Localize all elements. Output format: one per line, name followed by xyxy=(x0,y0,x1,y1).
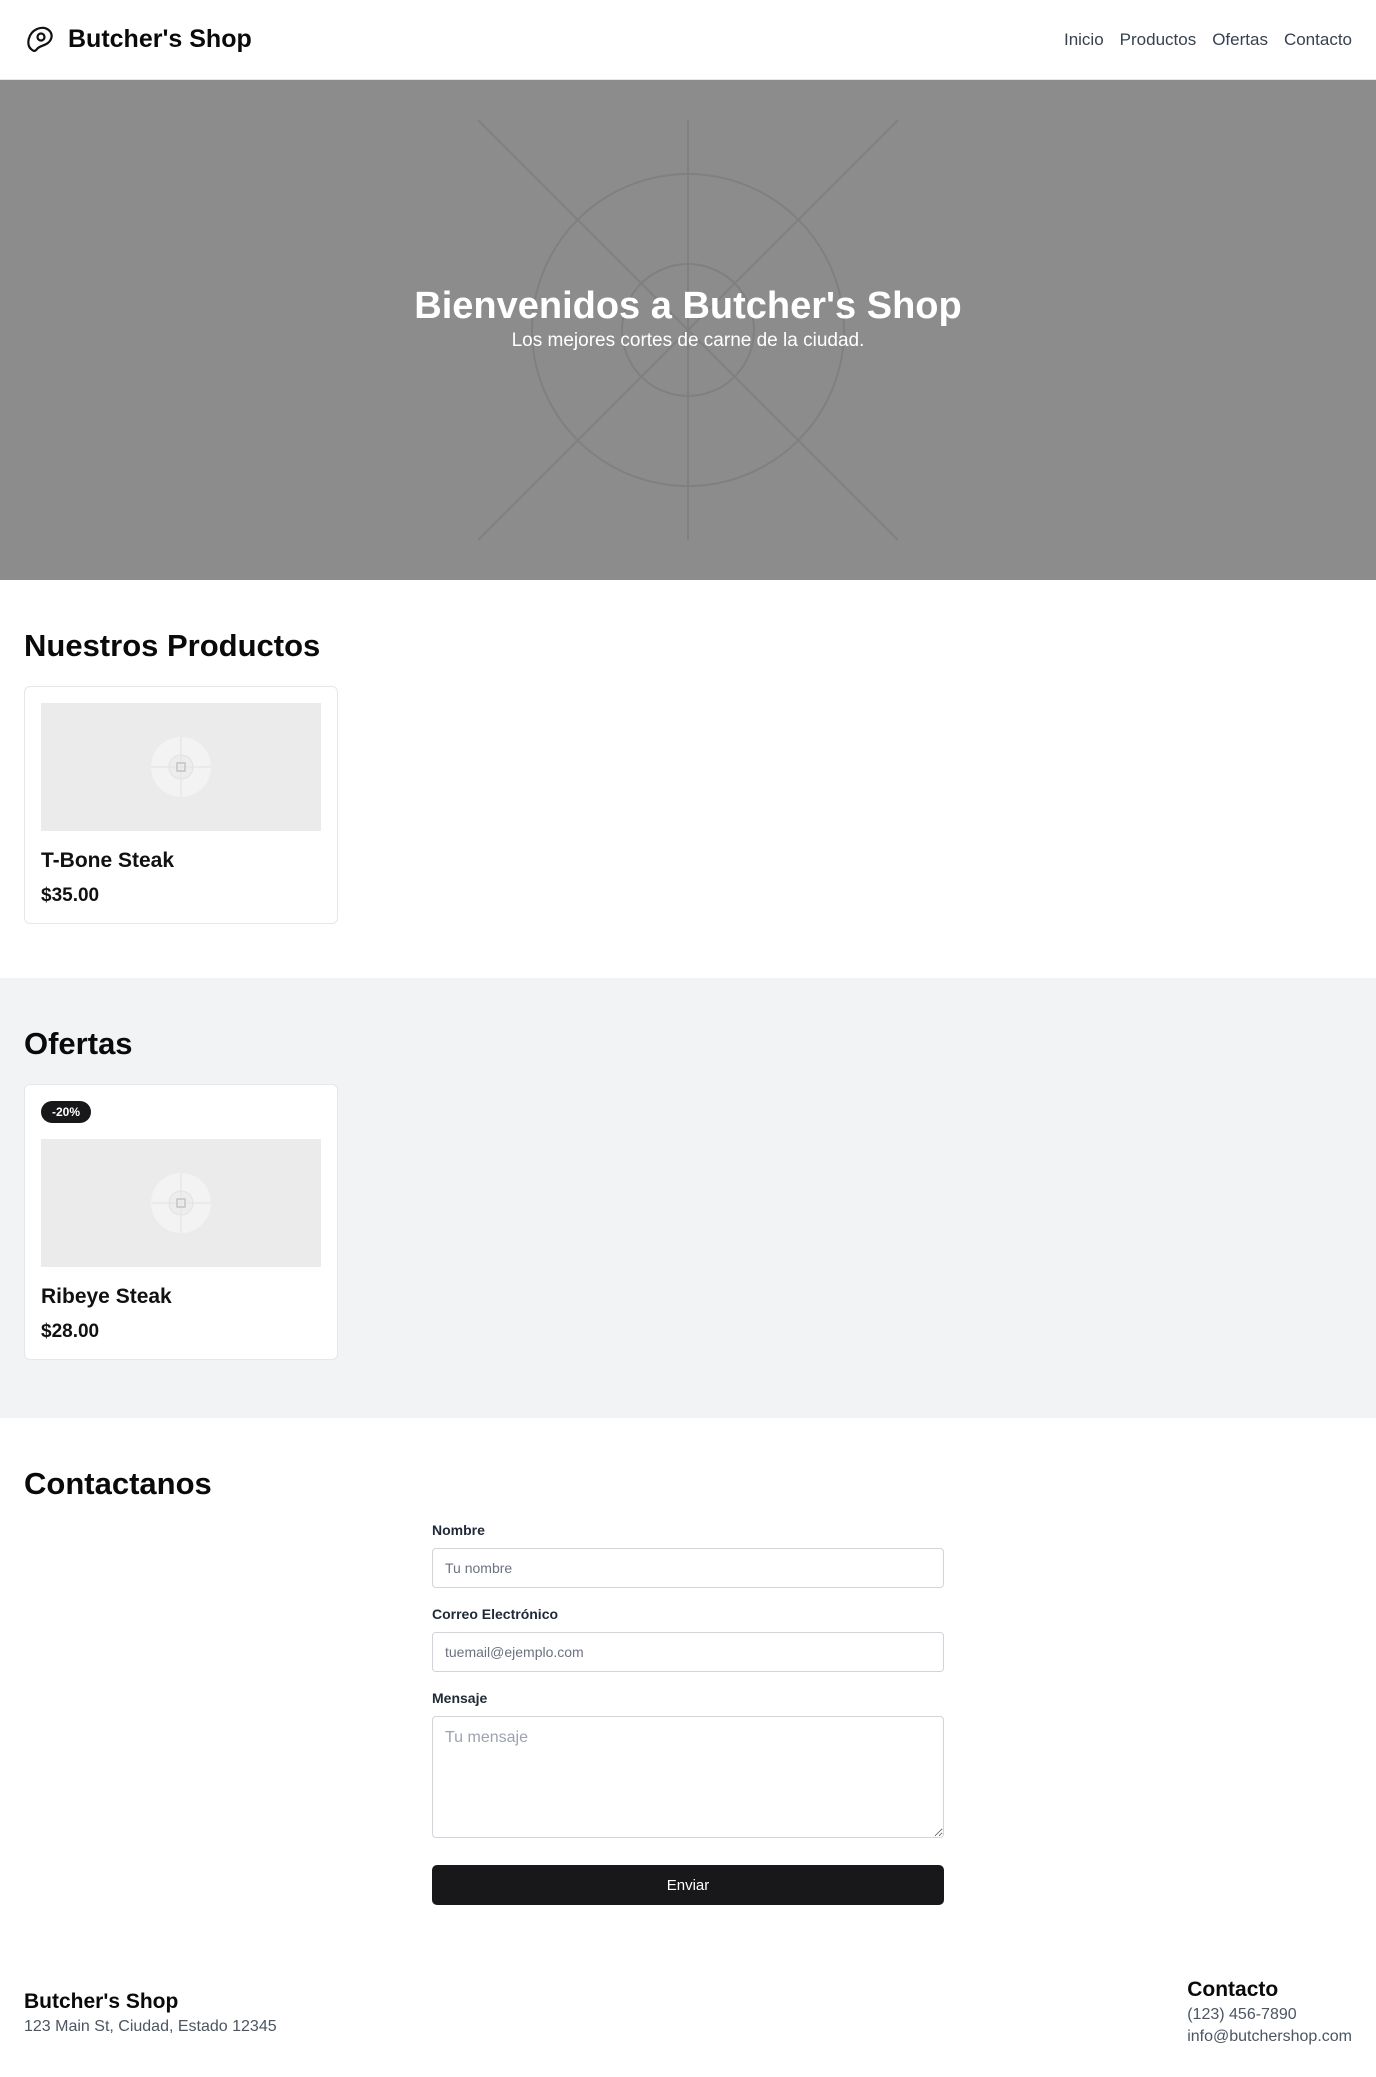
footer-address: 123 Main St, Ciudad, Estado 12345 xyxy=(24,2018,277,2035)
contact-title: Contactanos xyxy=(24,1466,212,1501)
name-input[interactable] xyxy=(432,1548,944,1588)
email-label: Correo Electrónico xyxy=(432,1606,559,1622)
offer-image xyxy=(41,1139,321,1267)
site-header: Butcher's Shop Inicio Productos Ofertas … xyxy=(0,0,1376,80)
footer-info: Butcher's Shop 123 Main St, Ciudad, Esta… xyxy=(24,1960,277,2077)
footer-phone[interactable]: (123) 456-7890 xyxy=(1187,2006,1352,2024)
brand-name: Butcher's Shop xyxy=(68,25,252,53)
hero-banner: Bienvenidos a Butcher's Shop Los mejores… xyxy=(0,80,1376,580)
offer-card[interactable]: -20% Ribeye Steak $28.00 xyxy=(24,1084,338,1360)
message-label: Mensaje xyxy=(432,1690,488,1706)
contact-form: Nombre Correo Electrónico Mensaje Enviar xyxy=(432,1522,944,1905)
email-input[interactable] xyxy=(432,1632,944,1672)
footer-email[interactable]: info@butchershop.com xyxy=(1187,2028,1352,2046)
steak-logo-icon xyxy=(24,24,56,56)
products-section: Nuestros Productos T-Bone Steak $35.00 xyxy=(0,580,1376,978)
hero-subtitle: Los mejores cortes de carne de la ciudad… xyxy=(511,329,865,351)
contact-section: Contactanos Nombre Correo Electrónico Me… xyxy=(0,1418,1376,1928)
image-placeholder-icon xyxy=(151,737,211,797)
footer-contact-title: Contacto xyxy=(1187,1978,1279,2001)
offer-name: Ribeye Steak xyxy=(41,1285,172,1308)
offer-price: $28.00 xyxy=(41,1321,100,1342)
product-name: T-Bone Steak xyxy=(41,849,175,872)
main-nav: Inicio Productos Ofertas Contacto xyxy=(1064,30,1352,50)
product-image xyxy=(41,703,321,831)
offers-section: Ofertas -20% Ribeye Steak $28.00 xyxy=(0,978,1376,1418)
hero-title: Bienvenidos a Butcher's Shop xyxy=(414,284,962,327)
nav-link-contacto[interactable]: Contacto xyxy=(1284,30,1352,50)
product-price: $35.00 xyxy=(41,885,100,906)
products-title: Nuestros Productos xyxy=(24,628,321,663)
footer-brand: Butcher's Shop xyxy=(24,1990,179,2013)
submit-button[interactable]: Enviar xyxy=(432,1865,944,1905)
nav-link-productos[interactable]: Productos xyxy=(1120,30,1197,50)
site-footer: Butcher's Shop 123 Main St, Ciudad, Esta… xyxy=(0,1960,1376,2077)
nav-link-inicio[interactable]: Inicio xyxy=(1064,30,1104,50)
image-placeholder-icon xyxy=(151,1173,211,1233)
product-card[interactable]: T-Bone Steak $35.00 xyxy=(24,686,338,924)
name-label: Nombre xyxy=(432,1522,485,1538)
offers-title: Ofertas xyxy=(24,1026,133,1061)
brand[interactable]: Butcher's Shop xyxy=(24,24,252,56)
message-textarea[interactable] xyxy=(432,1716,944,1838)
discount-badge: -20% xyxy=(41,1101,92,1123)
nav-link-ofertas[interactable]: Ofertas xyxy=(1212,30,1268,50)
footer-contact: Contacto (123) 456-7890 info@butchershop… xyxy=(1187,1960,1352,2077)
